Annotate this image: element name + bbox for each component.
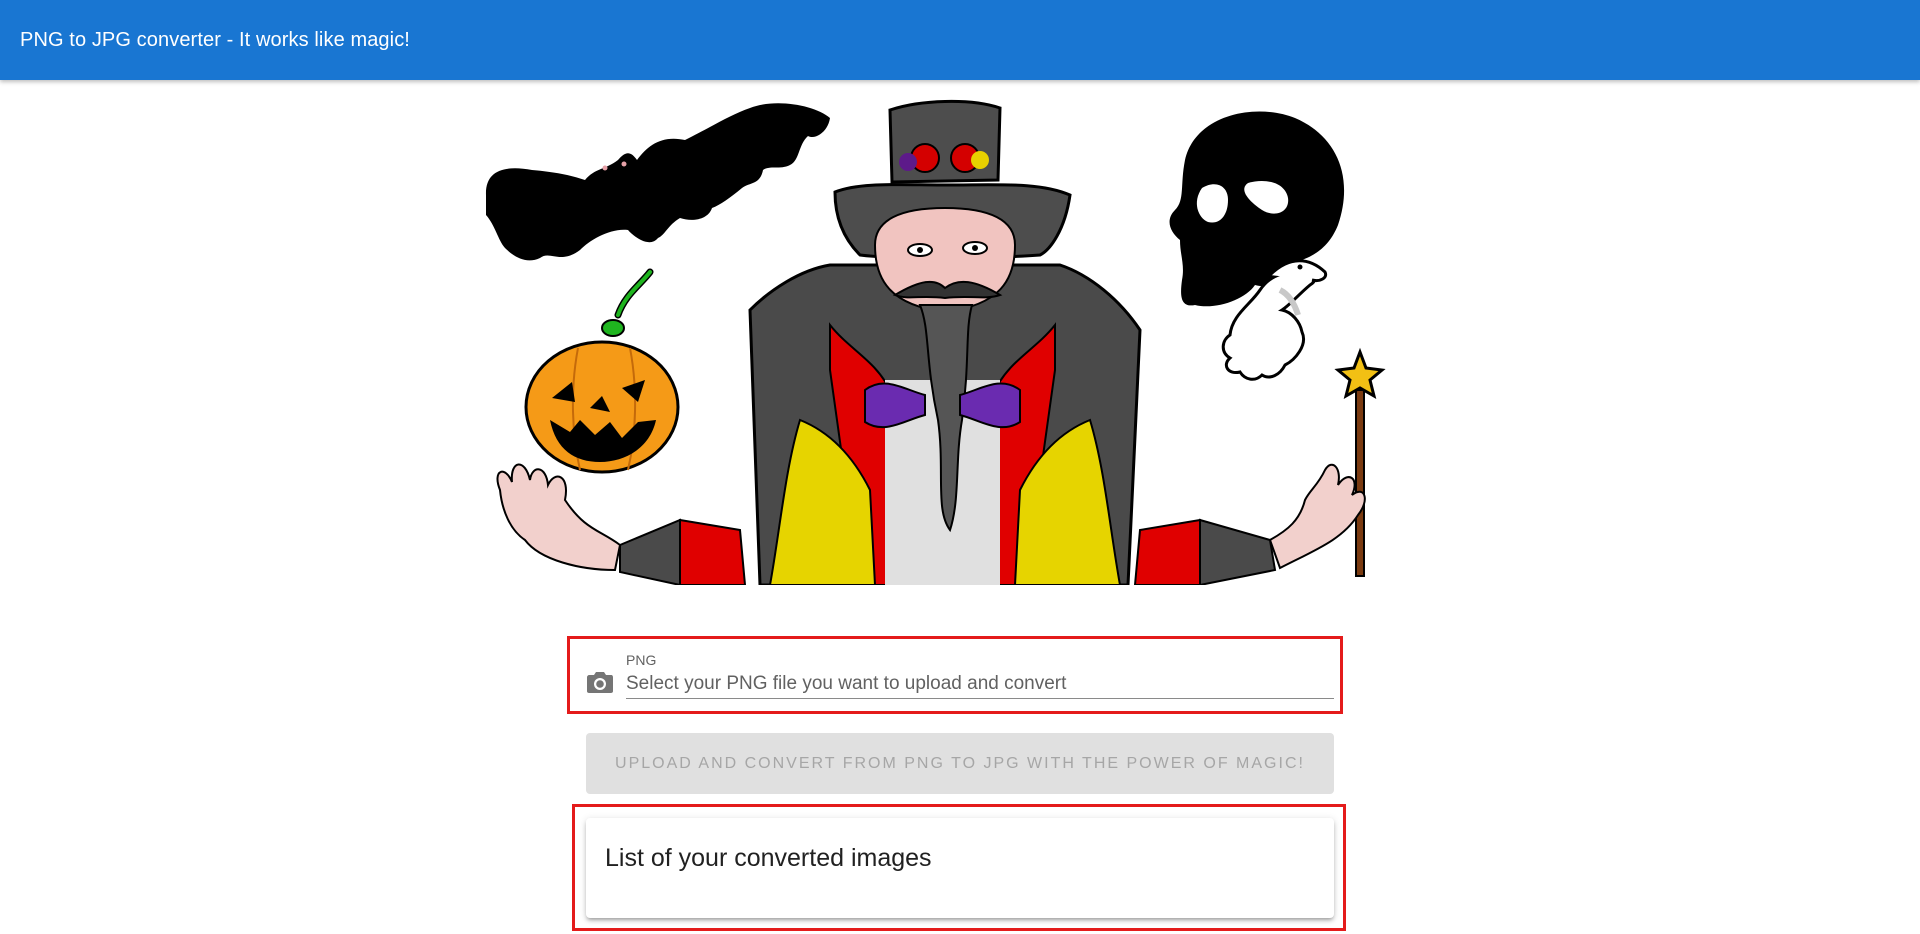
converted-images-card: List of your converted images	[586, 818, 1334, 918]
magician-illustration	[485, 99, 1386, 585]
app-bar: PNG to JPG converter - It works like mag…	[0, 0, 1920, 80]
converted-images-title: List of your converted images	[605, 844, 932, 872]
upload-convert-button[interactable]: Upload and convert from PNG to JPG with …	[586, 733, 1334, 794]
camera-icon	[587, 672, 613, 693]
file-field-label: PNG	[626, 652, 657, 668]
app-title: PNG to JPG converter - It works like mag…	[20, 28, 410, 51]
png-file-input[interactable]	[626, 670, 1334, 699]
bat-illustration	[485, 103, 830, 261]
png-file-field[interactable]: PNG	[586, 648, 1334, 706]
pumpkin-illustration	[524, 268, 680, 474]
wand-illustration	[1334, 347, 1386, 577]
